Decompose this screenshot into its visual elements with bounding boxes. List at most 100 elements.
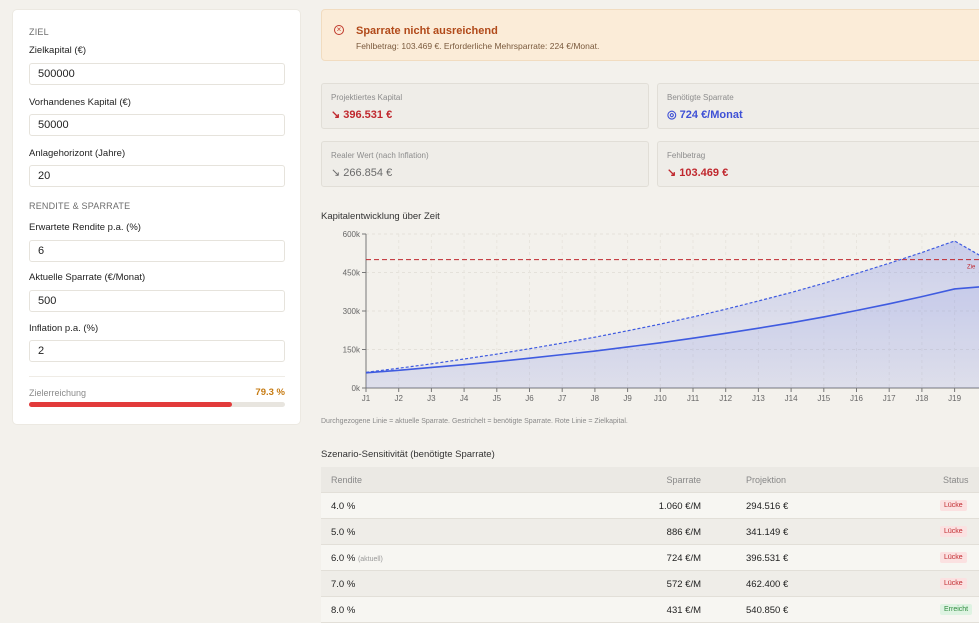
input-panel: ZIEL Zielkapital (€) Vorhandenes Kapital… [13,10,300,424]
table-row: 6.0 % (aktuell) 724 €/M 396.531 € Lücke [321,545,979,571]
header-sparrate: Sparrate [666,475,701,485]
status-badge: Lücke [940,526,967,537]
warning-alert: × Sparrate nicht ausreichend Fehlbetrag:… [321,9,979,61]
existing-capital-input[interactable] [29,114,285,136]
x-tick-label: J11 [687,394,700,403]
x-tick-label: J15 [817,394,830,403]
y-tick-label: 600k [343,230,361,239]
cell-sparrate: 431 €/M [666,605,701,616]
cell-rendite: 6.0 % (aktuell) [331,553,383,564]
required-savings-label: Benötigte Sparrate [667,93,734,102]
rate-note: (aktuell) [357,556,383,563]
cell-projektion: 540.850 € [746,605,789,616]
x-tick-label: J16 [850,394,863,403]
x-tick-label: J7 [558,394,567,403]
horizon-input[interactable] [29,165,285,187]
chart-title: Kapitalentwicklung über Zeit [321,211,440,222]
target-capital-label: Zielkapital (€) [29,45,87,56]
gap-card: Fehlbetrag ↘ 103.469 € [657,141,979,187]
x-tick-label: J3 [427,394,436,403]
x-tick-label: J6 [525,394,534,403]
x-tick-label: J13 [752,394,765,403]
header-rendite: Rendite [331,475,363,485]
capital-chart: 0k 150k 300k 450k 600k J1 J2 J3 J4 J5 J6 J7 J8 J9 J10 J… [343,230,979,403]
cell-sparrate: 724 €/M [666,553,701,564]
x-tick-label: J18 [915,394,928,403]
x-tick-label: J19 [948,394,961,403]
gap-value: ↘ 103.469 € [667,167,729,179]
chart-note: Durchgezogene Linie = aktuelle Sparrate.… [321,418,628,425]
cell-sparrate: 886 €/M [666,527,701,538]
x-tick-label: J14 [785,394,798,403]
return-label: Erwartete Rendite p.a. (%) [29,222,141,233]
rate-value: 7.0 % [331,579,356,590]
plot-area: Zie [366,240,979,388]
table-header-row: Rendite Sparrate Projektion Status [321,467,979,493]
cell-projektion: 462.400 € [746,579,789,590]
rate-value: 4.0 % [331,501,356,512]
cell-rendite: 7.0 % [331,579,355,590]
progress-value: 79.3 % [255,387,285,398]
gap-label: Fehlbetrag [667,151,706,160]
cell-sparrate: 1.060 €/M [658,501,701,512]
projected-capital-card: Projektiertes Kapital ↘ 396.531 € [321,83,649,129]
progress-label: Zielerreichung [29,388,87,398]
required-savings-card: Benötigte Sparrate ◎ 724 €/Monat [657,83,979,129]
inflation-input[interactable] [29,340,285,362]
progress-fill [29,402,232,407]
alert-title: Sparrate nicht ausreichend [356,25,498,37]
x-tick-label: J9 [623,394,632,403]
cell-projektion: 294.516 € [746,501,789,512]
real-value-value: ↘ 266.854 € [331,167,393,179]
section-return-heading: RENDITE & SPARRATE [29,201,131,211]
progress-track [29,402,285,407]
header-status: Status [943,475,969,485]
y-tick-label: 150k [343,346,361,355]
x-tick-label: J10 [654,394,667,403]
x-tick-label: J17 [883,394,896,403]
target-capital-input[interactable] [29,63,285,85]
x-tick-label: J2 [394,394,403,403]
existing-capital-label: Vorhandenes Kapital (€) [29,97,131,108]
y-tick-label: 300k [343,307,361,316]
savings-input[interactable] [29,290,285,312]
x-tick-label: J8 [591,394,600,403]
cell-projektion: 341.149 € [746,527,789,538]
table-row: 7.0 % 572 €/M 462.400 € Lücke [321,571,979,597]
section-goal-heading: ZIEL [29,27,49,37]
savings-label: Aktuelle Sparrate (€/Monat) [29,272,146,283]
projected-capital-label: Projektiertes Kapital [331,93,403,102]
real-value-card: Realer Wert (nach Inflation) ↘ 266.854 € [321,141,649,187]
y-tick-label: 0k [352,384,361,393]
cell-rendite: 5.0 % [331,527,355,538]
header-projektion: Projektion [746,475,787,485]
real-value-label: Realer Wert (nach Inflation) [331,151,429,160]
x-circle-icon: × [334,25,344,35]
cell-sparrate: 572 €/M [666,579,701,590]
target-label: Zie [967,265,976,271]
status-badge: Erreicht [940,604,973,615]
rate-value: 8.0 % [331,605,356,616]
projected-capital-value: ↘ 396.531 € [331,109,393,121]
divider [29,376,285,377]
horizon-label: Anlagehorizont (Jahre) [29,148,126,159]
y-tick-label: 450k [343,269,361,278]
x-tick-label: J1 [362,394,371,403]
status-badge: Lücke [940,552,967,563]
x-tick-label: J12 [719,394,732,403]
table-row: 4.0 % 1.060 €/M 294.516 € Lücke [321,493,979,519]
cell-projektion: 396.531 € [746,553,789,564]
x-tick-label: J5 [493,394,502,403]
table-title: Szenario-Sensitivität (benötigte Sparrat… [321,449,495,460]
x-tick-label: J4 [460,394,469,403]
table-row: 8.0 % 431 €/M 540.850 € Erreicht [321,597,979,623]
return-input[interactable] [29,240,285,262]
inflation-label: Inflation p.a. (%) [29,323,99,334]
rate-value: 6.0 % [331,553,356,564]
status-badge: Lücke [940,578,967,589]
cell-rendite: 4.0 % [331,501,355,512]
rate-value: 5.0 % [331,527,356,538]
cell-rendite: 8.0 % [331,605,355,616]
required-savings-value: ◎ 724 €/Monat [667,109,743,121]
status-badge: Lücke [940,500,967,511]
